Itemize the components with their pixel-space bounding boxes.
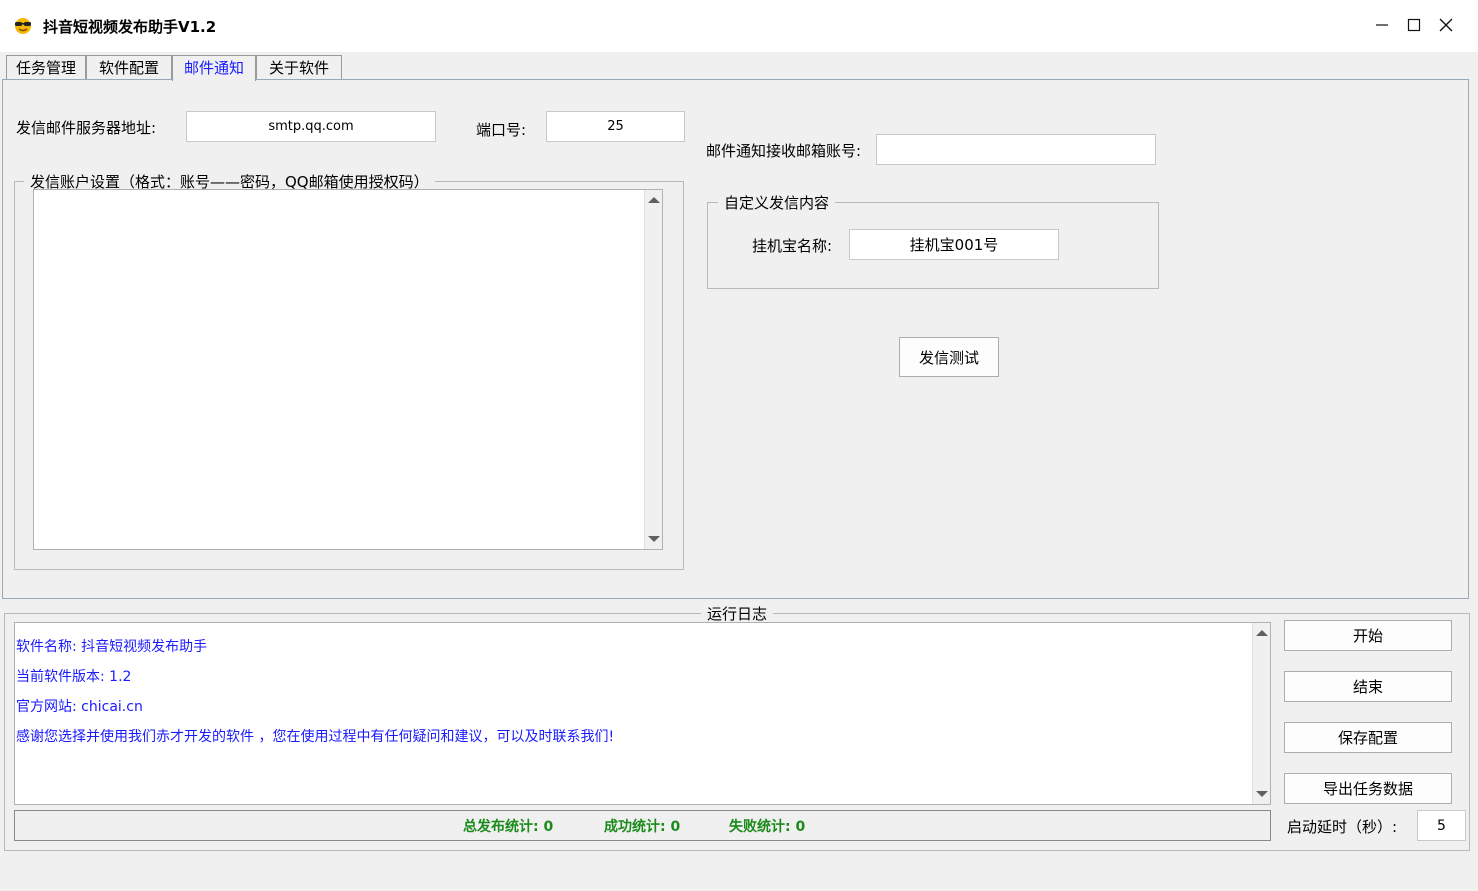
log-line: 感谢您选择并使用我们赤才开发的软件 ，您在使用过程中有任何疑问和建议，可以及时联… [16, 729, 615, 745]
total-publish-stat: 总发布统计: 0 [463, 819, 554, 835]
receiver-email-input[interactable] [876, 134, 1156, 165]
title-bar: 抖音短视频发布助手V1.2 [0, 0, 1478, 52]
scroll-down-icon[interactable] [648, 536, 660, 542]
tab-about-software[interactable]: 关于软件 [256, 55, 342, 80]
minimize-button[interactable] [1366, 6, 1398, 44]
account-scrollbar[interactable] [644, 190, 662, 549]
scroll-up-icon[interactable] [1256, 630, 1268, 636]
log-line: 官方网站: chicai.cn [16, 699, 143, 715]
start-button[interactable]: 开始 [1284, 620, 1452, 651]
fail-stat: 失败统计: 0 [729, 819, 806, 835]
app-logo-icon [12, 15, 34, 35]
sender-account-textarea[interactable] [33, 189, 663, 550]
success-stat: 成功统计: 0 [604, 819, 681, 835]
maximize-button[interactable] [1398, 6, 1430, 44]
window-title: 抖音短视频发布助手V1.2 [43, 18, 217, 36]
send-test-button[interactable]: 发信测试 [899, 337, 999, 377]
machine-name-input[interactable]: 挂机宝001号 [849, 229, 1059, 260]
stop-button[interactable]: 结束 [1284, 671, 1452, 702]
close-button[interactable] [1430, 6, 1462, 44]
receiver-email-label: 邮件通知接收邮箱账号: [706, 142, 862, 160]
port-label: 端口号: [476, 121, 527, 139]
startup-delay-input[interactable]: 5 [1417, 810, 1466, 841]
export-task-data-button[interactable]: 导出任务数据 [1284, 773, 1452, 804]
smtp-server-label: 发信邮件服务器地址: [16, 119, 157, 137]
run-log-title: 运行日志 [701, 603, 774, 624]
custom-content-group-title: 自定义发信内容 [718, 192, 836, 213]
tab-task-management[interactable]: 任务管理 [6, 55, 86, 80]
tab-mail-notify[interactable]: 邮件通知 [172, 55, 256, 81]
scroll-down-icon[interactable] [1256, 791, 1268, 797]
port-input[interactable]: 25 [546, 111, 685, 142]
machine-name-label: 挂机宝名称: [752, 237, 833, 255]
save-config-button[interactable]: 保存配置 [1284, 722, 1452, 753]
tab-software-config[interactable]: 软件配置 [86, 55, 172, 80]
startup-delay-label: 启动延时（秒）: [1287, 818, 1398, 836]
log-line: 当前软件版本: 1.2 [16, 669, 132, 685]
scroll-up-icon[interactable] [648, 197, 660, 203]
log-line: 软件名称: 抖音短视频发布助手 [16, 639, 208, 655]
log-scrollbar[interactable] [1252, 623, 1270, 804]
smtp-server-input[interactable]: smtp.qq.com [186, 111, 436, 142]
